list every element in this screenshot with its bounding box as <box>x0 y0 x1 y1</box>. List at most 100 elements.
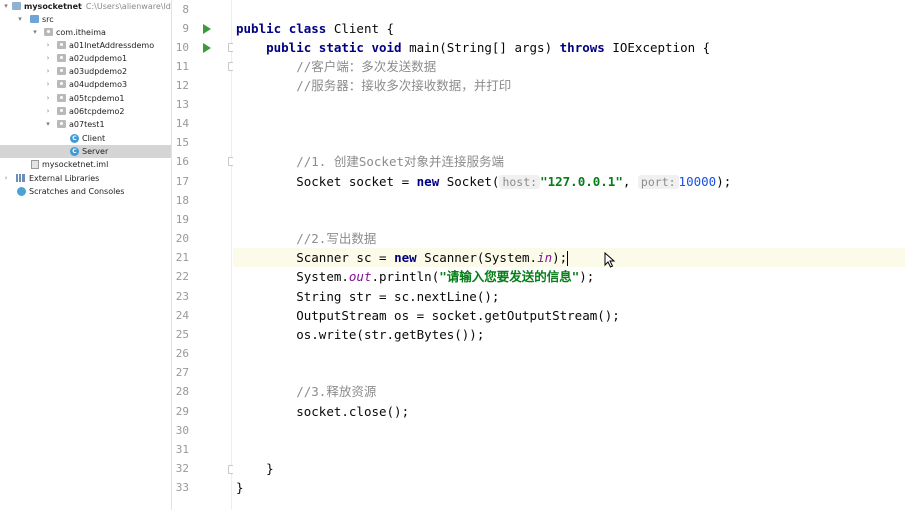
tree-item-external-libraries[interactable]: › External Libraries <box>0 172 171 185</box>
code-line-22: System.out.println("请输入您要发送的信息"); <box>296 269 595 284</box>
tree-label: a04udpdemo3 <box>69 80 128 89</box>
code-line-29: socket.close(); <box>296 404 410 419</box>
line-number: 13 <box>175 98 189 111</box>
line-number: 33 <box>175 481 189 494</box>
line-number: 18 <box>175 194 189 207</box>
project-tree: ▾ mysocketnet C:\Users\alienware\Ide ▾ sr… <box>0 0 172 510</box>
tree-label: External Libraries <box>29 174 100 183</box>
tree-item-class-server[interactable]: Server <box>0 145 171 158</box>
tree-label: a05tcpdemo1 <box>69 94 125 103</box>
line-number: 16 <box>175 155 189 168</box>
tree-label: src <box>42 15 54 24</box>
code-line-9: public class Client { <box>236 21 395 36</box>
tree-item-subpackage[interactable]: ▾ a07test1 <box>0 118 171 131</box>
code-line-20: //2.写出数据 <box>296 231 377 246</box>
code-line-23: String str = sc.nextLine(); <box>296 289 500 304</box>
line-number: 32 <box>175 462 189 475</box>
package-icon <box>57 41 66 49</box>
line-number: 21 <box>175 251 189 264</box>
line-number: 26 <box>175 347 189 360</box>
line-number: 12 <box>175 79 189 92</box>
chevron-right-icon[interactable]: › <box>44 92 52 105</box>
code-line-12: //服务器：接收多次接收数据，并打印 <box>296 78 512 93</box>
tree-label: a07test1 <box>69 120 105 129</box>
tree-label: com.itheima <box>56 28 106 37</box>
chevron-right-icon[interactable]: › <box>44 39 52 52</box>
package-icon <box>57 107 66 115</box>
code-line-28: //3.释放资源 <box>296 384 377 399</box>
folder-icon <box>30 15 39 23</box>
line-number: 22 <box>175 270 189 283</box>
tree-label: a01InetAddressdemo <box>69 41 155 50</box>
tree-item-scratches[interactable]: Scratches and Consoles <box>0 185 171 198</box>
chevron-right-icon[interactable]: › <box>44 78 52 91</box>
line-number: 14 <box>175 117 189 130</box>
tree-label: Server <box>82 147 109 156</box>
code-line-25: os.write(str.getBytes()); <box>296 327 485 342</box>
run-main-icon[interactable] <box>203 43 211 53</box>
tree-label: Scratches and Consoles <box>29 187 125 196</box>
line-number: 20 <box>175 232 189 245</box>
code-line-16: //1. 创建Socket对象并连接服务端 <box>296 154 505 169</box>
line-number: 8 <box>182 3 189 16</box>
chevron-right-icon[interactable]: › <box>44 52 52 65</box>
package-icon <box>57 67 66 75</box>
chevron-down-icon[interactable]: ▾ <box>2 0 10 13</box>
code-line-11: //客户端：多次发送数据 <box>296 59 437 74</box>
code-line-32: } <box>266 461 274 476</box>
param-hint-host: host: <box>499 175 541 189</box>
tree-item-src[interactable]: ▾ src <box>0 13 171 26</box>
mouse-pointer-icon <box>604 252 616 268</box>
line-number: 9 <box>182 22 189 35</box>
code-line-33: } <box>236 480 244 495</box>
chevron-down-icon[interactable]: ▾ <box>16 13 24 26</box>
folder-icon <box>12 2 21 10</box>
tree-item-module-file[interactable]: mysocketnet.iml <box>0 158 171 171</box>
run-class-icon[interactable] <box>203 24 211 34</box>
param-hint-port: port: <box>637 175 679 189</box>
text-caret <box>567 251 569 266</box>
tree-label: mysocketnet.iml <box>42 160 109 169</box>
tree-item-project-root[interactable]: ▾ mysocketnet C:\Users\alienware\Ide <box>0 0 171 13</box>
tree-item-subpackage[interactable]: › a02udpdemo1 <box>0 52 171 65</box>
class-icon <box>70 147 79 156</box>
line-number: 27 <box>175 366 189 379</box>
line-number: 19 <box>175 213 189 226</box>
tree-item-subpackage[interactable]: › a04udpdemo3 <box>0 78 171 91</box>
tree-label: a03udpdemo2 <box>69 67 128 76</box>
line-number: 31 <box>175 443 189 456</box>
line-number: 28 <box>175 385 189 398</box>
chevron-right-icon[interactable]: › <box>44 65 52 78</box>
tree-item-subpackage[interactable]: › a03udpdemo2 <box>0 65 171 78</box>
chevron-down-icon[interactable]: ▾ <box>31 26 39 39</box>
line-number: 10 <box>175 41 189 54</box>
line-number: 29 <box>175 405 189 418</box>
chevron-right-icon[interactable]: › <box>2 172 10 185</box>
code-line-21: Scanner sc = new Scanner(System.in); <box>296 250 569 266</box>
chevron-right-icon[interactable]: › <box>44 105 52 118</box>
package-icon <box>57 80 66 88</box>
scratches-icon <box>17 187 26 196</box>
module-file-icon <box>31 160 39 169</box>
libraries-icon <box>16 174 25 182</box>
tree-item-package[interactable]: ▾ com.itheima <box>0 26 171 39</box>
tree-label: a02udpdemo1 <box>69 54 128 63</box>
code-line-24: OutputStream os = socket.getOutputStream… <box>296 308 620 323</box>
code-line-10: public static void main(String[] args) t… <box>266 40 711 55</box>
chevron-down-icon[interactable]: ▾ <box>44 118 52 131</box>
package-icon <box>57 120 66 128</box>
line-number: 11 <box>175 60 189 73</box>
line-number: 17 <box>175 175 189 188</box>
tree-item-subpackage[interactable]: › a05tcpdemo1 <box>0 92 171 105</box>
line-number: 25 <box>175 328 189 341</box>
line-number: 30 <box>175 424 189 437</box>
tree-item-subpackage[interactable]: › a01InetAddressdemo <box>0 39 171 52</box>
code-editor[interactable]: public class Client { public static void… <box>233 0 905 510</box>
editor-gutter[interactable]: 8 9 10 11 12 13 14 15 16 17 18 19 20 21 … <box>173 0 236 510</box>
line-number: 15 <box>175 136 189 149</box>
tree-item-class-client[interactable]: Client <box>0 132 171 145</box>
project-path: C:\Users\alienware\Ide <box>85 2 172 11</box>
line-number: 24 <box>175 309 189 322</box>
line-number: 23 <box>175 290 189 303</box>
tree-item-subpackage[interactable]: › a06tcpdemo2 <box>0 105 171 118</box>
